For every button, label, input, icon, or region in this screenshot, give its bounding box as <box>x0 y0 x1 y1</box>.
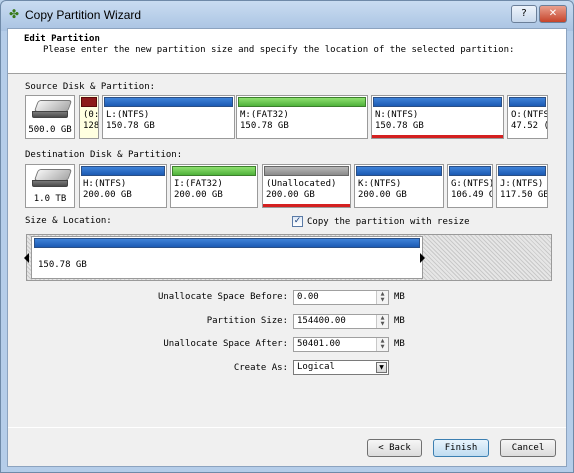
destination-disk-size: 1.0 TB <box>33 194 67 204</box>
partition-bar <box>81 166 165 176</box>
back-button[interactable]: < Back <box>367 439 422 457</box>
partition-size: 150.78 GB <box>240 121 289 131</box>
partition-bar <box>238 97 366 107</box>
size-unit: MB <box>394 316 405 326</box>
partition-name: G:(NTFS) <box>451 179 493 189</box>
partition-name: (0: <box>83 110 99 120</box>
unallocated-before-value: 0.00 <box>297 292 319 302</box>
destination-partition-2[interactable]: (Unallocated) 200.00 GB <box>262 164 351 208</box>
size-location-map[interactable]: 150.78 GB <box>24 234 552 281</box>
destination-partition-5[interactable]: J:(NTFS) 117.50 GB <box>496 164 548 208</box>
size-spinner[interactable]: ▲ ▼ <box>376 315 388 328</box>
partition-size: 128 <box>83 121 99 131</box>
source-partition-4[interactable]: O:(NTFS 47.52 ( <box>507 95 548 139</box>
finish-button[interactable]: Finish <box>433 439 489 457</box>
source-partition-0[interactable]: (0: 128 <box>79 95 99 139</box>
before-spinner[interactable]: ▲ ▼ <box>376 291 388 304</box>
create-as-dropdown[interactable]: Logical ▼ <box>293 360 389 375</box>
source-disk-label: Source Disk & Partition: <box>25 82 156 92</box>
partition-size: 117.50 GB <box>500 190 548 200</box>
destination-partition-4[interactable]: G:(NTFS) 106.49 G <box>447 164 493 208</box>
after-unit: MB <box>394 339 405 349</box>
title-bar[interactable]: ✤ Copy Partition Wizard ? ✕ <box>1 1 573 28</box>
unallocated-after-value: 50401.00 <box>297 339 341 349</box>
partition-bar <box>498 166 546 176</box>
hard-disk-icon <box>32 169 74 189</box>
partition-size-input[interactable]: 154400.00 ▲ ▼ <box>293 314 389 329</box>
size-location-label: Size & Location: <box>25 216 112 226</box>
source-partition-2[interactable]: M:(FAT32) 150.78 GB <box>236 95 368 139</box>
partition-bar <box>34 238 420 248</box>
destination-disk-card[interactable]: 1.0 TB <box>25 164 75 208</box>
unallocated-after-input[interactable]: 50401.00 ▲ ▼ <box>293 337 389 352</box>
create-as-label: Create As: <box>233 363 288 373</box>
partition-name: J:(NTFS) <box>500 179 544 189</box>
partition-name: M:(FAT32) <box>240 110 289 120</box>
partition-bar <box>172 166 256 176</box>
footer-divider <box>8 427 566 428</box>
size-label: Partition Size: <box>206 316 288 326</box>
partition-bar <box>509 97 546 107</box>
partition-size: 106.49 G <box>451 190 493 200</box>
right-resize-handle-icon[interactable] <box>420 253 425 263</box>
partition-size-label: 150.78 GB <box>38 260 87 270</box>
copy-partition-window: ✤ Copy Partition Wizard ? ✕ Edit Partiti… <box>0 0 574 473</box>
partition-name: O:(NTFS <box>511 110 548 120</box>
help-button[interactable]: ? <box>511 5 537 23</box>
before-unit: MB <box>394 292 405 302</box>
create-as-value: Logical <box>297 362 335 372</box>
destination-disk-label: Destination Disk & Partition: <box>25 150 183 160</box>
selected-indicator <box>372 135 503 138</box>
selected-indicator <box>263 204 350 207</box>
partition-size: 47.52 ( <box>511 121 548 131</box>
left-resize-handle-icon[interactable] <box>24 253 29 263</box>
copy-with-resize-checkbox[interactable]: ✓ <box>292 216 303 227</box>
partition-name: I:(FAT32) <box>174 179 223 189</box>
copy-with-resize-label[interactable]: Copy the partition with resize <box>307 217 470 227</box>
dialog-body: Edit Partition Please enter the new part… <box>7 28 567 467</box>
partition-size: 150.78 GB <box>375 121 424 131</box>
partition-name: H:(NTFS) <box>83 179 127 189</box>
window-title: Copy Partition Wizard <box>25 8 142 22</box>
partition-size: 150.78 GB <box>106 121 155 131</box>
partition-name: N:(NTFS) <box>375 110 419 120</box>
before-label: Unallocate Space Before: <box>157 292 288 302</box>
partition-size: 200.00 GB <box>358 190 407 200</box>
source-disk-card[interactable]: 500.0 GB <box>25 95 75 139</box>
header-panel: Edit Partition Please enter the new part… <box>8 29 566 74</box>
destination-partition-1[interactable]: I:(FAT32) 200.00 GB <box>170 164 258 208</box>
resizable-partition-block[interactable]: 150.78 GB <box>31 236 423 279</box>
partition-size: 200.00 GB <box>174 190 223 200</box>
partition-size: 200.00 GB <box>83 190 132 200</box>
partition-bar <box>104 97 233 107</box>
destination-partition-3[interactable]: K:(NTFS) 200.00 GB <box>354 164 444 208</box>
page-subtitle: Please enter the new partition size and … <box>43 45 515 55</box>
partition-size: 200.00 GB <box>266 190 315 200</box>
after-spinner[interactable]: ▲ ▼ <box>376 338 388 351</box>
partition-bar <box>264 166 349 176</box>
partition-bar <box>373 97 502 107</box>
close-button[interactable]: ✕ <box>539 5 567 23</box>
partition-name: L:(NTFS) <box>106 110 150 120</box>
after-label: Unallocate Space After: <box>163 339 288 349</box>
source-partition-3[interactable]: N:(NTFS) 150.78 GB <box>371 95 504 139</box>
source-disk-size: 500.0 GB <box>28 125 72 135</box>
dropdown-arrow-icon[interactable]: ▼ <box>376 362 387 373</box>
page-title: Edit Partition <box>24 34 100 44</box>
partition-name: K:(NTFS) <box>358 179 402 189</box>
destination-partition-0[interactable]: H:(NTFS) 200.00 GB <box>79 164 167 208</box>
unallocated-before-input[interactable]: 0.00 ▲ ▼ <box>293 290 389 305</box>
partition-bar <box>81 97 97 107</box>
partition-bar <box>356 166 442 176</box>
wizard-app-icon: ✤ <box>8 7 20 21</box>
cancel-button[interactable]: Cancel <box>500 439 556 457</box>
partition-bar <box>449 166 491 176</box>
source-partition-1[interactable]: L:(NTFS) 150.78 GB <box>102 95 235 139</box>
hard-disk-icon <box>32 100 74 120</box>
partition-name: (Unallocated) <box>266 179 337 189</box>
partition-size-value: 154400.00 <box>297 316 346 326</box>
